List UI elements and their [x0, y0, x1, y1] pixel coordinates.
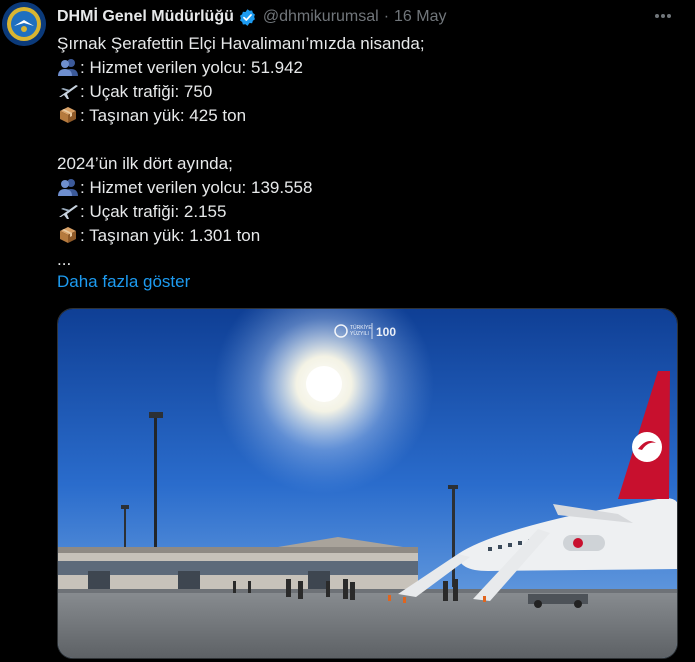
april-passengers-line: : Hizmet verilen yolcu: 51.942	[57, 56, 683, 80]
separator-dot: ·	[383, 8, 390, 25]
package-icon	[60, 227, 76, 243]
avatar[interactable]	[2, 2, 46, 46]
period-passengers-text: : Hizmet verilen yolcu: 139.558	[80, 178, 313, 197]
period-flights-text: : Uçak trafiği: 2.155	[80, 202, 227, 221]
post-header: DHMİ Genel Müdürlüğü @dhmikurumsal · 16 …	[57, 6, 675, 28]
period-flights-line: : Uçak trafiği: 2.155	[57, 200, 683, 224]
post-text: Şırnak Şerafettin Elçi Havalimanı’mızda …	[57, 32, 683, 272]
post-intro: Şırnak Şerafettin Elçi Havalimanı’mızda …	[57, 34, 425, 53]
april-flights-line: : Uçak trafiği: 750	[57, 80, 683, 104]
airport-photo: TÜRKİYE YÜZYILI 100	[58, 309, 677, 658]
package-icon	[60, 107, 76, 123]
period-passengers-line: : Hizmet verilen yolcu: 139.558	[57, 176, 683, 200]
airplane-icon	[59, 85, 78, 99]
busts-in-silhouette-icon	[58, 59, 78, 76]
busts-in-silhouette-icon	[58, 179, 78, 196]
post-photo[interactable]: TÜRKİYE YÜZYILI 100	[57, 308, 678, 659]
april-passengers-text: : Hizmet verilen yolcu: 51.942	[80, 58, 303, 77]
april-flights-text: : Uçak trafiği: 750	[80, 82, 213, 101]
svg-text:YÜZYILI: YÜZYILI	[350, 330, 369, 337]
show-more-link[interactable]: Daha fazla göster	[57, 270, 190, 294]
author-name[interactable]: DHMİ Genel Müdürlüğü	[57, 8, 234, 26]
verified-badge-icon[interactable]	[238, 8, 257, 27]
period-cargo-line: : Taşınan yük: 1.301 ton	[57, 224, 683, 248]
dhmi-logo-icon	[2, 2, 46, 46]
more-options-icon[interactable]	[653, 8, 673, 24]
svg-text:TÜRKİYE: TÜRKİYE	[350, 324, 372, 331]
airplane-icon	[59, 205, 78, 219]
april-cargo-text: : Taşınan yük: 425 ton	[80, 106, 247, 125]
ellipsis: ...	[57, 250, 72, 269]
post-date[interactable]: 16 May	[394, 8, 446, 26]
author-handle[interactable]: @dhmikurumsal	[263, 8, 379, 26]
period-cargo-text: : Taşınan yük: 1.301 ton	[80, 226, 261, 245]
svg-text:100: 100	[376, 325, 396, 339]
period-heading: 2024’ün ilk dört ayında;	[57, 154, 233, 173]
april-cargo-line: : Taşınan yük: 425 ton	[57, 104, 683, 128]
